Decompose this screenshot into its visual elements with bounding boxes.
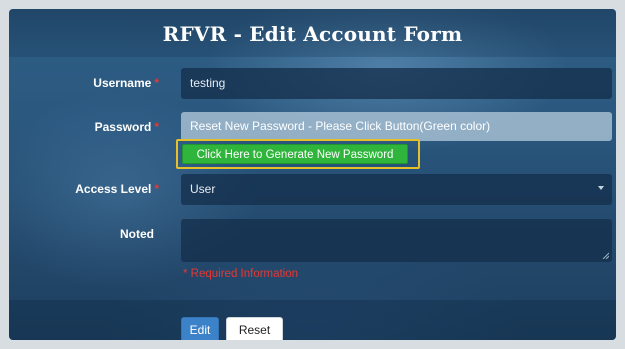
required-asterisk: * bbox=[154, 76, 159, 90]
username-label-row: Username * bbox=[39, 76, 159, 90]
generate-password-button[interactable]: Click Here to Generate New Password bbox=[182, 144, 408, 164]
noted-textarea[interactable] bbox=[181, 219, 612, 262]
required-note: * Required Information bbox=[183, 268, 299, 280]
username-value: testing bbox=[190, 76, 226, 90]
chevron-down-icon bbox=[598, 186, 604, 190]
noted-label-row: Noted bbox=[39, 227, 154, 241]
access-level-select[interactable]: User bbox=[181, 174, 612, 205]
access-level-value: User bbox=[190, 182, 216, 196]
form-footer bbox=[9, 300, 616, 340]
edit-account-panel: RFVR - Edit Account Form Username * testi… bbox=[9, 9, 616, 340]
required-asterisk: * bbox=[154, 182, 159, 196]
access-level-label: Access Level bbox=[75, 182, 152, 196]
password-label: Password bbox=[94, 120, 152, 134]
required-asterisk: * bbox=[154, 120, 159, 134]
form-title: RFVR - Edit Account Form bbox=[162, 22, 463, 46]
noted-label: Noted bbox=[120, 227, 154, 241]
username-field[interactable]: testing bbox=[181, 68, 612, 99]
password-field[interactable]: Reset New Password - Please Click Button… bbox=[181, 112, 612, 141]
password-label-row: Password * bbox=[39, 120, 159, 134]
reset-button[interactable]: Reset bbox=[226, 317, 283, 340]
access-level-label-row: Access Level * bbox=[9, 182, 159, 196]
username-label: Username bbox=[93, 76, 152, 90]
password-value: Reset New Password - Please Click Button… bbox=[190, 119, 491, 133]
edit-button[interactable]: Edit bbox=[181, 317, 219, 340]
resize-handle-icon[interactable] bbox=[602, 252, 609, 259]
